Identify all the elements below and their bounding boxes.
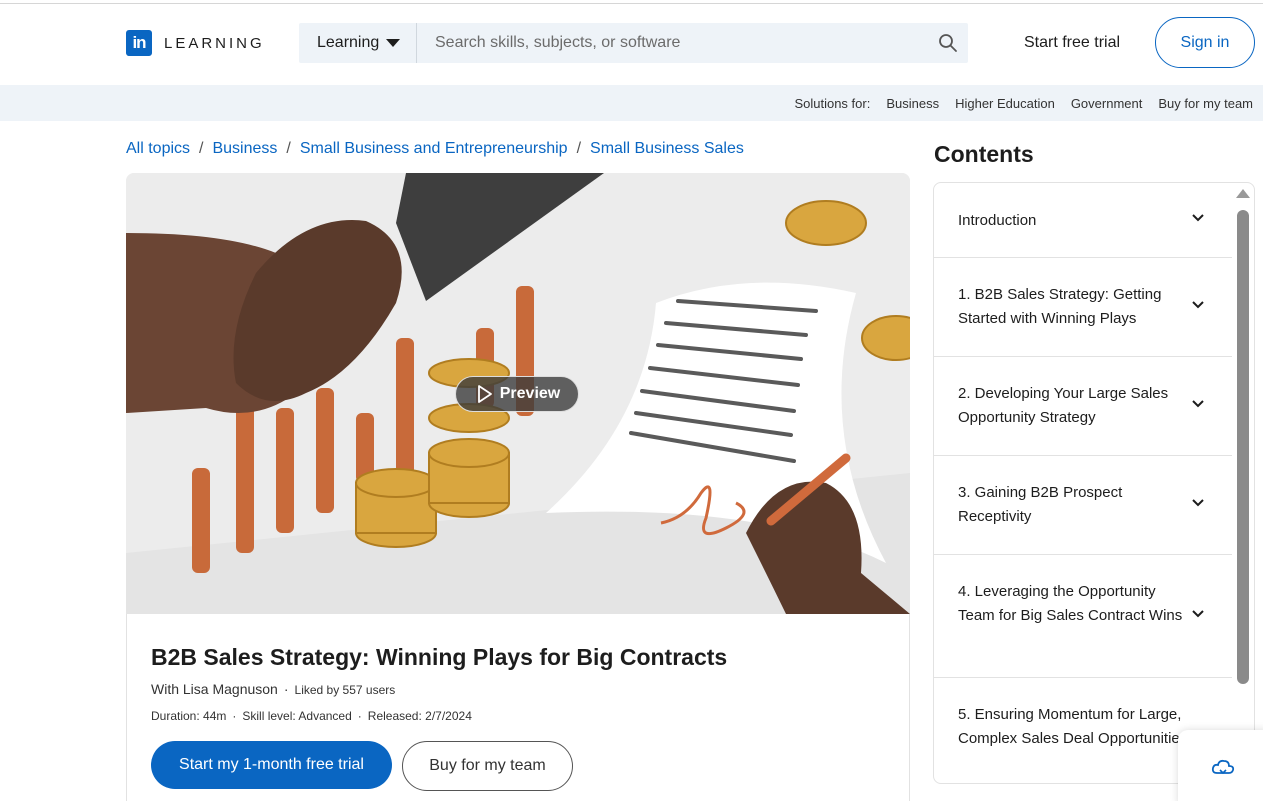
search-bar: Learning [299,23,968,63]
start-trial-button[interactable]: Start my 1-month free trial [151,741,392,789]
solutions-item-government[interactable]: Government [1071,96,1143,111]
breadcrumb-separator: / [576,140,582,157]
search-icon [939,34,957,52]
section-label: 1. B2B Sales Strategy: Getting Started w… [958,286,1162,327]
preview-button[interactable]: Preview [455,376,579,412]
course-title: B2B Sales Strategy: Winning Plays for Bi… [151,644,728,670]
solutions-item-business[interactable]: Business [886,96,939,111]
preview-label: Preview [499,385,561,402]
search-button[interactable] [928,23,968,63]
solutions-bar: Solutions for: Business Higher Education… [0,85,1263,121]
buy-for-team-button[interactable]: Buy for my team [402,741,573,791]
chevron-down-icon [1192,400,1204,408]
course-hero-illustration[interactable]: Preview [126,173,910,614]
caret-down-icon [386,39,401,47]
section-3[interactable]: 3. Gaining B2B Prospect Receptivity [934,456,1232,555]
section-label: 3. Gaining B2B Prospect Receptivity [958,484,1123,525]
section-label: Introduction [958,212,1037,229]
section-2[interactable]: 2. Developing Your Large Sales Opportuni… [934,357,1232,456]
cloud-icon [1211,759,1235,774]
breadcrumb-business[interactable]: Business [212,140,277,158]
breadcrumb-all-topics[interactable]: All topics [126,140,190,158]
section-4[interactable]: 4. Leveraging the Opportunity Team for B… [934,555,1232,678]
play-icon [477,385,492,403]
contents-heading: Contents [934,141,1034,167]
contents-scrollbar[interactable] [1237,210,1249,684]
meta-dot: · [283,681,289,697]
duration: Duration: 44m [151,709,227,723]
section-label: 4. Leveraging the Opportunity Team for B… [958,583,1183,624]
chevron-down-icon [1192,214,1204,222]
contents-list: Introduction 1. B2B Sales Strategy: Gett… [933,182,1255,784]
learning-dropdown[interactable]: Learning [299,23,417,63]
linkedin-learning-logo[interactable]: in LEARNING [126,30,265,56]
chevron-down-icon [1192,610,1204,618]
section-1[interactable]: 1. B2B Sales Strategy: Getting Started w… [934,258,1232,357]
likes-count: Liked by 557 users [294,683,396,697]
section-label: 2. Developing Your Large Sales Opportuni… [958,385,1169,426]
linkedin-logo-icon: in [126,30,152,56]
course-details: Duration: 44m · Skill level: Advanced · Rele… [151,709,472,723]
breadcrumb-small-business[interactable]: Small Business and Entrepreneurship [300,140,568,158]
skill-level: Skill level: Advanced [242,709,352,723]
course-info-card: B2B Sales Strategy: Winning Plays for Bi… [126,614,910,801]
course-meta: With Lisa Magnuson · Liked by 557 users [151,681,395,697]
breadcrumb-separator: / [286,140,291,157]
solutions-label: Solutions for: [794,95,871,111]
breadcrumb: All topics / Business / Small Business a… [126,140,744,158]
meta-dot: · [357,709,362,723]
section-label: 5. Ensuring Momentum for Large, Complex … [958,706,1188,747]
section-introduction[interactable]: Introduction [934,183,1232,258]
solutions-item-buy-for-team[interactable]: Buy for my team [1158,96,1253,111]
meta-dot: · [232,709,237,723]
start-free-trial-link[interactable]: Start free trial [1024,34,1120,52]
chevron-down-icon [1192,499,1204,507]
sign-in-button[interactable]: Sign in [1155,17,1255,68]
cloud-button[interactable] [1178,730,1263,801]
scroll-up-arrow[interactable] [1236,189,1250,198]
release-date: Released: 2/7/2024 [367,709,472,723]
instructor-link[interactable]: With Lisa Magnuson [151,681,278,697]
learning-dropdown-label: Learning [317,34,380,51]
site-header: in LEARNING Learning Start free trial Si… [0,4,1263,85]
breadcrumb-small-business-sales[interactable]: Small Business Sales [590,140,744,158]
breadcrumb-separator: / [199,140,204,157]
solutions-item-higher-education[interactable]: Higher Education [955,96,1055,111]
logo-text: LEARNING [164,34,265,52]
chevron-down-icon [1192,301,1204,309]
search-input[interactable] [417,23,928,63]
